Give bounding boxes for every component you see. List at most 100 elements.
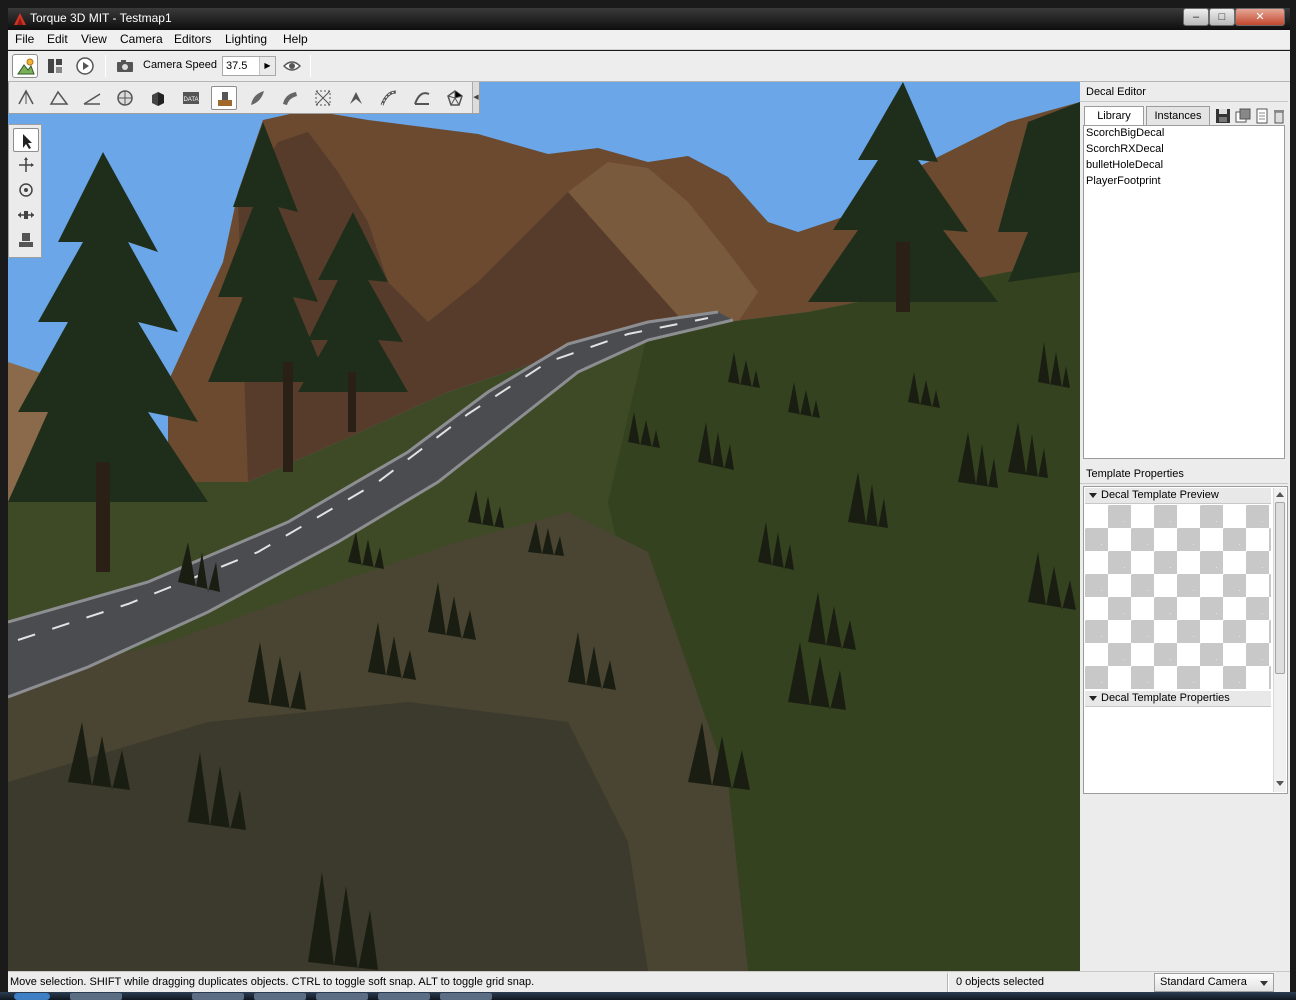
navmesh-editor-button[interactable] [442,86,468,110]
sketch-tool-icon [152,92,164,106]
camera-speed-field[interactable]: 37.5 ▶ [222,56,276,76]
decal-editor-button[interactable] [211,86,237,110]
road-editor-button[interactable] [376,86,402,110]
camera-button[interactable] [112,54,138,78]
shape-editor-icon [414,92,430,105]
collapse-arrow-icon [1089,493,1097,498]
taskbar-item[interactable] [378,993,430,1000]
torque-logo-icon [12,11,28,27]
menu-edit[interactable]: Edit [47,32,68,46]
decal-template-properties-header[interactable]: Decal Template Properties [1085,691,1271,707]
list-item[interactable]: PlayerFootprint [1086,175,1161,187]
menu-editors[interactable]: Editors [174,32,211,46]
menu-bar: File Edit View Camera Editors Lighting H… [8,30,1290,50]
menu-view[interactable]: View [81,32,107,46]
object-editor-icon [18,89,34,105]
close-button[interactable]: ✕ [1235,8,1285,26]
template-properties-scrollbar[interactable] [1273,488,1286,792]
terrain-editor-icon [49,90,69,105]
scroll-down-icon[interactable] [1276,781,1284,786]
list-item[interactable]: bulletHoleDecal [1086,159,1163,171]
new-decal-button[interactable] [1254,108,1270,124]
forest-editor-icon [251,91,264,105]
drop-tool-button[interactable] [13,228,39,252]
material-editor-button[interactable] [112,86,138,110]
scene-viewport[interactable] [8,82,1080,971]
mesh-road-editor-button[interactable] [310,86,336,110]
menu-file[interactable]: File [15,32,34,46]
scale-icon [18,211,34,219]
template-properties-box: Decal Template Preview Decal Template Pr… [1083,486,1288,794]
taskbar-item[interactable] [70,993,122,1000]
maximize-button[interactable]: □ [1209,8,1235,26]
minimize-button[interactable]: – [1183,8,1209,26]
delete-icon [1274,110,1284,124]
move-tool-button[interactable] [13,153,39,177]
decal-template-preview-header[interactable]: Decal Template Preview [1085,488,1271,504]
status-bar: Move selection. SHIFT while dragging dup… [8,971,1290,992]
camera-icon [117,60,133,72]
camera-mode-value: Standard Camera [1160,976,1247,988]
move-icon [19,157,34,172]
decal-editor-panel: Decal Editor Library Instances ScorchBig… [1080,82,1290,971]
tool-strip-collapse-handle[interactable]: ◀ [472,82,479,113]
tab-instances[interactable]: Instances [1146,106,1210,126]
menu-camera[interactable]: Camera [120,32,163,46]
play-icon [76,57,94,75]
toolbar-separator [105,55,106,77]
taskbar-item[interactable] [440,993,492,1000]
save-decal-button[interactable] [1215,108,1231,124]
template-properties-title: Template Properties [1080,464,1288,484]
terrain-editor-button[interactable] [46,86,72,110]
title-bar[interactable]: Torque 3D MIT - Testmap1 – □ ✕ [8,8,1290,30]
os-taskbar [0,992,1296,1000]
copy-decal-button[interactable] [1235,108,1251,124]
selection-count: 0 objects selected [956,976,1045,988]
shape-editor-button[interactable] [409,86,435,110]
object-editor-button[interactable] [13,86,39,110]
particle-editor-button[interactable] [343,86,369,110]
camera-speed-value[interactable]: 37.5 [226,60,247,72]
camera-speed-label: Camera Speed [143,59,217,71]
gui-editor-button[interactable] [42,54,68,78]
select-arrow-icon [23,134,32,149]
delete-decal-button[interactable] [1271,108,1287,124]
tab-library[interactable]: Library [1084,106,1144,126]
world-editor-button[interactable] [12,54,38,78]
taskbar-item[interactable] [192,993,244,1000]
play-game-button[interactable] [72,54,98,78]
decal-editor-icon [218,92,232,106]
camera-mode-select[interactable]: Standard Camera [1154,973,1274,992]
main-toolbar: Camera Speed 37.5 ▶ [8,51,1290,82]
scroll-up-icon[interactable] [1276,492,1284,497]
list-item[interactable]: ScorchRXDecal [1086,143,1164,155]
visibility-button[interactable] [279,54,305,78]
scrollbar-thumb[interactable] [1275,502,1285,674]
decal-library-list[interactable]: ScorchBigDecal ScorchRXDecal bulletHoleD… [1083,125,1285,459]
scene-render[interactable] [8,82,1080,971]
gui-editor-icon [48,59,62,73]
forest-editor-button[interactable] [244,86,270,110]
taskbar-item[interactable] [254,993,306,1000]
new-icon [1256,108,1268,124]
start-button[interactable] [14,993,50,1000]
datablock-editor-icon: DATA [183,92,199,104]
select-tool-button[interactable] [13,128,39,152]
menu-help[interactable]: Help [283,32,308,46]
editor-tool-strip: DATA ◀ [8,82,480,114]
sketch-tool-button[interactable] [145,86,171,110]
list-item[interactable]: ScorchBigDecal [1086,127,1164,139]
datablock-editor-button[interactable]: DATA [178,86,204,110]
world-editor-icon [17,58,35,75]
mesh-road-editor-icon [315,90,331,106]
camera-speed-slider-toggle[interactable]: ▶ [259,57,275,75]
rotate-icon [19,183,33,197]
river-editor-button[interactable] [277,86,303,110]
gizmo-palette [8,124,42,258]
scale-tool-button[interactable] [13,203,39,227]
menu-lighting[interactable]: Lighting [225,32,267,46]
decal-editor-tabs: Library Instances [1080,104,1288,126]
rotate-tool-button[interactable] [13,178,39,202]
terrain-painter-button[interactable] [79,86,105,110]
taskbar-item[interactable] [316,993,368,1000]
